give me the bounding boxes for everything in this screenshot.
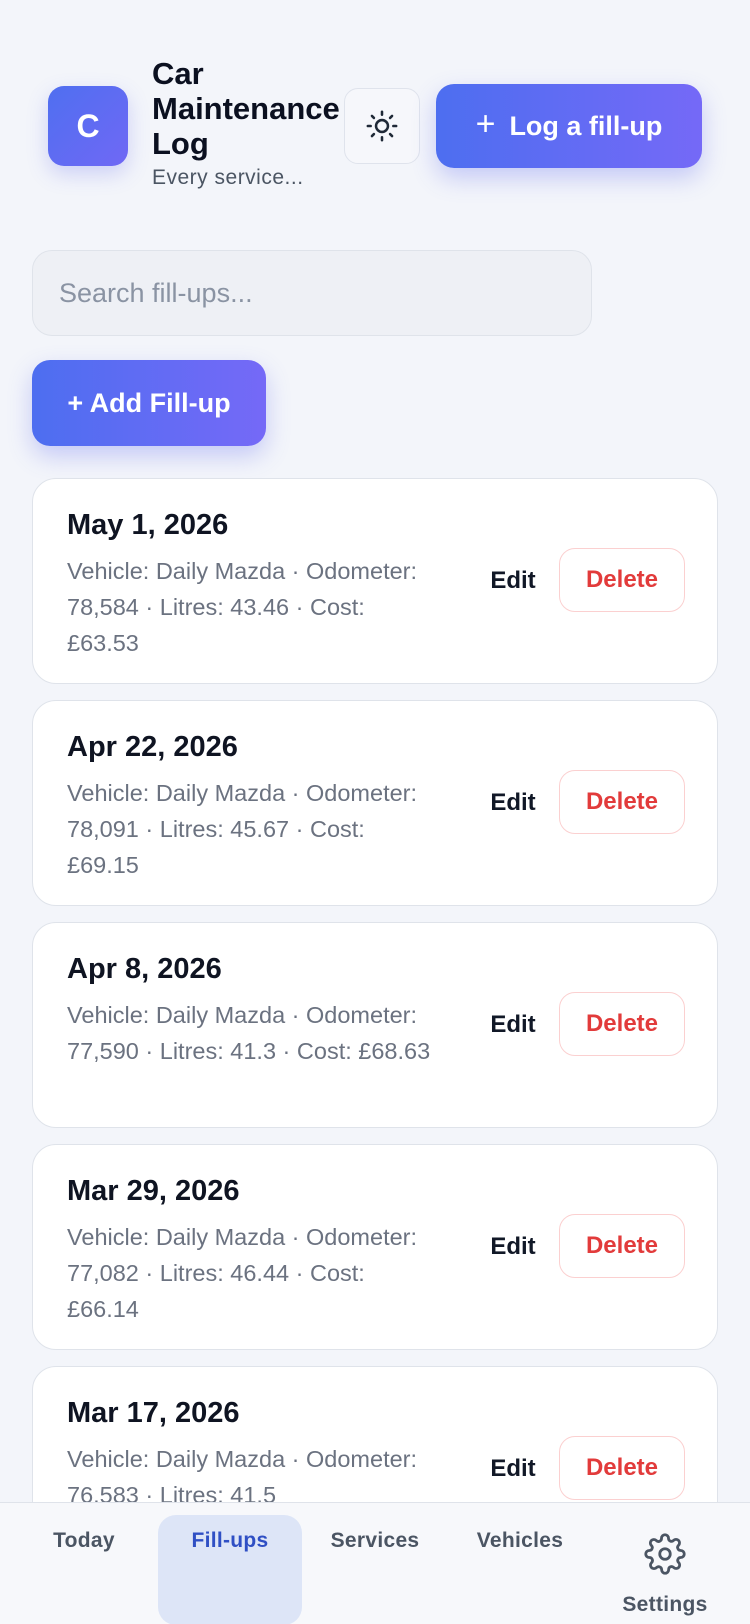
delete-button[interactable]: Delete [559,770,685,834]
fillup-list: May 1, 2026 Vehicle: Daily Mazda · Odome… [32,478,718,1502]
app-header: C Car Maintenance Log Every service... +… [0,0,750,210]
nav-label: Services [330,1529,420,1552]
delete-button[interactable]: Delete [559,1436,685,1500]
sun-icon [366,110,398,142]
gear-icon [644,1533,686,1575]
app-title: Car Maintenance Log [152,56,340,161]
nav-label: Today [53,1529,115,1552]
theme-toggle-button[interactable] [344,88,420,164]
nav-item-today[interactable]: Today [24,1503,144,1624]
app-subtitle: Every service... [152,166,304,189]
log-fillup-button[interactable]: + Log a fill-up [436,84,702,168]
fillup-date: Apr 8, 2026 [67,953,222,985]
fillup-details: Vehicle: Daily Mazda · Odometer: 78,091 … [67,780,418,878]
fillup-date: Mar 29, 2026 [67,1175,240,1207]
app-avatar: C [48,86,128,166]
fillup-date: Mar 17, 2026 [67,1397,240,1429]
nav-label: Vehicles [476,1529,564,1552]
fillup-card: May 1, 2026 Vehicle: Daily Mazda · Odome… [32,478,718,684]
fillup-details: Vehicle: Daily Mazda · Odometer: 77,590 … [67,1002,431,1064]
search-field[interactable] [32,250,592,336]
delete-button[interactable]: Delete [559,992,685,1056]
fillup-card: Apr 22, 2026 Vehicle: Daily Mazda · Odom… [32,700,718,906]
delete-button[interactable]: Delete [559,548,685,612]
nav-label: Settings [622,1593,708,1616]
fillup-date: Apr 22, 2026 [67,731,238,763]
fillup-details: Vehicle: Daily Mazda · Odometer: 78,584 … [67,558,418,656]
nav-item-settings[interactable]: Settings [600,1503,730,1624]
nav-label: Fill-ups [191,1529,269,1552]
delete-button[interactable]: Delete [559,1214,685,1278]
fillup-details: Vehicle: Daily Mazda · Odometer: 76,583 … [67,1446,418,1502]
fillup-card: Apr 8, 2026 Vehicle: Daily Mazda · Odome… [32,922,718,1128]
fillup-date: May 1, 2026 [67,509,229,541]
search-input[interactable] [59,277,565,309]
fillup-details: Vehicle: Daily Mazda · Odometer: 77,082 … [67,1224,418,1322]
edit-button[interactable]: Edit [473,563,553,599]
plus-icon: + [475,105,496,143]
nav-item-services[interactable]: Services [310,1503,440,1624]
bottom-nav: Today Fill-ups Services Vehicles Setting… [0,1502,750,1624]
edit-button[interactable]: Edit [473,1007,553,1043]
nav-item-vehicles[interactable]: Vehicles [455,1503,585,1624]
add-fillup-button[interactable]: + Add Fill-up [32,360,266,446]
edit-button[interactable]: Edit [473,1451,553,1487]
log-fillup-label: Log a fill-up [509,110,663,141]
fillup-card: Mar 17, 2026 Vehicle: Daily Mazda · Odom… [32,1366,718,1502]
edit-button[interactable]: Edit [473,1229,553,1265]
nav-item-fillups[interactable]: Fill-ups [158,1503,302,1624]
edit-button[interactable]: Edit [473,785,553,821]
fillup-card: Mar 29, 2026 Vehicle: Daily Mazda · Odom… [32,1144,718,1350]
